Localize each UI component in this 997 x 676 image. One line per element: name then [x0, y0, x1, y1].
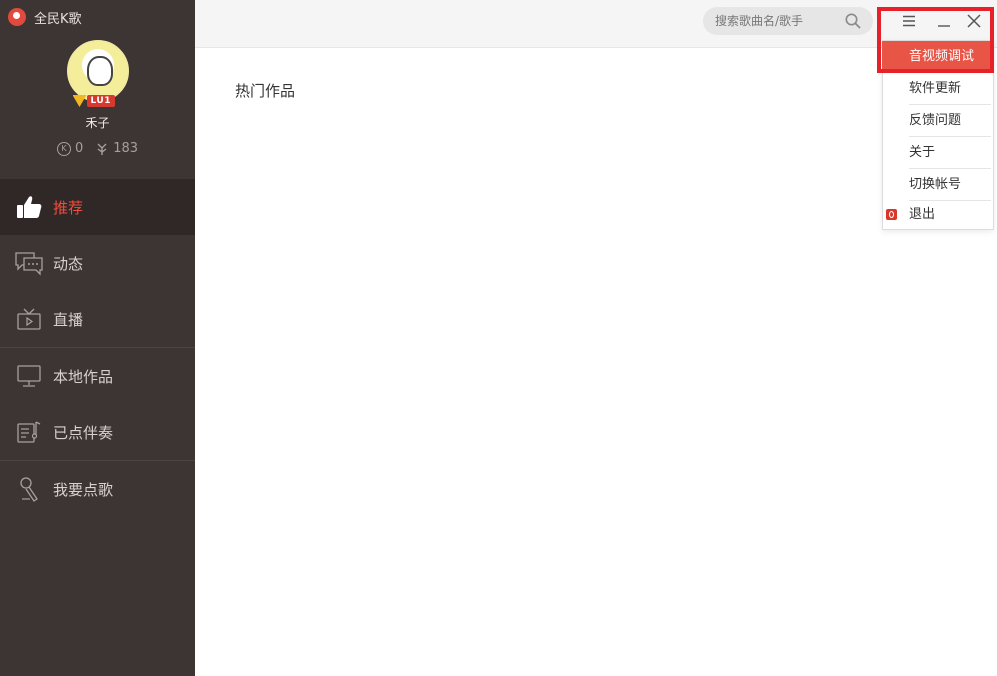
menu-item-label: 退出 [909, 207, 936, 222]
nav-label: 已点伴奏 [53, 423, 114, 442]
menu-item-label: 切换帐号 [909, 177, 962, 192]
menu-item-logout[interactable]: 退出 [883, 201, 993, 231]
app-header: 全民K歌 [0, 0, 195, 34]
menu-item-label: 关于 [909, 145, 936, 160]
nav-item-recommend[interactable]: 推荐 [0, 179, 195, 235]
k-coin-icon: K [56, 141, 71, 156]
flowers-stat[interactable]: 183 [95, 141, 138, 156]
level-badge: LU1 [72, 94, 115, 108]
top-bar [195, 0, 997, 48]
vip-v-icon [72, 95, 87, 107]
menu-item-label: 软件更新 [909, 81, 962, 96]
monitor-icon [14, 363, 44, 389]
section-title: 热门作品 [235, 82, 296, 100]
flowers-count: 183 [113, 141, 139, 156]
menu-item-software-update[interactable]: 软件更新 [883, 73, 993, 105]
menu-button[interactable] [898, 10, 920, 32]
nav-item-live[interactable]: 直播 [0, 291, 195, 347]
search-icon[interactable] [845, 13, 861, 29]
avatar-illustration [86, 56, 113, 86]
sidebar: 全民K歌 LU1 禾子 K 0 183 推荐 动态 直播 本地作品 已点伴奏 我… [0, 0, 195, 676]
menu-item-av-debug[interactable]: 音视频调试 [882, 41, 994, 73]
nav-label: 动态 [53, 254, 84, 273]
menu-item-switch-account[interactable]: 切换帐号 [883, 169, 993, 201]
nav-label: 本地作品 [53, 367, 114, 386]
user-stats: K 0 183 [0, 141, 195, 156]
nav-label: 我要点歌 [53, 480, 114, 499]
search-box[interactable] [703, 7, 873, 35]
close-button[interactable] [963, 10, 985, 32]
nav-item-feed[interactable]: 动态 [0, 235, 195, 291]
flower-icon [97, 143, 107, 155]
avatar[interactable] [66, 40, 129, 102]
minimize-button[interactable] [933, 10, 955, 32]
tv-play-icon [14, 306, 44, 332]
settings-dropdown-menu: 音视频调试 软件更新 反馈问题 关于 切换帐号 退出 [882, 40, 994, 230]
menu-item-feedback[interactable]: 反馈问题 [883, 105, 993, 137]
coins-count: 0 [74, 141, 84, 156]
coins-stat[interactable]: K 0 [56, 141, 84, 156]
nav-item-ordered-accompaniment[interactable]: 已点伴奏 [0, 404, 195, 460]
username[interactable]: 禾子 [0, 114, 195, 131]
music-list-icon [14, 419, 44, 445]
app-logo-icon [8, 8, 26, 26]
menu-item-label: 反馈问题 [909, 113, 962, 128]
nav-item-local-works[interactable]: 本地作品 [0, 348, 195, 404]
chat-bubbles-icon [14, 250, 44, 276]
menu-item-label: 音视频调试 [909, 49, 975, 64]
level-label: LU1 [86, 95, 115, 107]
search-input[interactable] [715, 12, 840, 30]
nav-item-request-song[interactable]: 我要点歌 [0, 461, 195, 517]
minimize-icon [938, 25, 950, 27]
avatar-container[interactable]: LU1 [66, 40, 129, 107]
hamburger-icon [903, 15, 915, 27]
close-icon [967, 14, 981, 28]
sidebar-nav: 推荐 动态 直播 本地作品 已点伴奏 我要点歌 [0, 179, 195, 517]
nav-label: 直播 [53, 310, 84, 329]
microphone-icon [14, 476, 44, 502]
nav-label: 推荐 [53, 198, 84, 217]
thumbs-up-icon [14, 194, 44, 220]
app-title: 全民K歌 [34, 11, 82, 27]
menu-item-about[interactable]: 关于 [883, 137, 993, 169]
user-profile: LU1 禾子 K 0 183 [0, 40, 195, 156]
power-icon [886, 209, 897, 220]
